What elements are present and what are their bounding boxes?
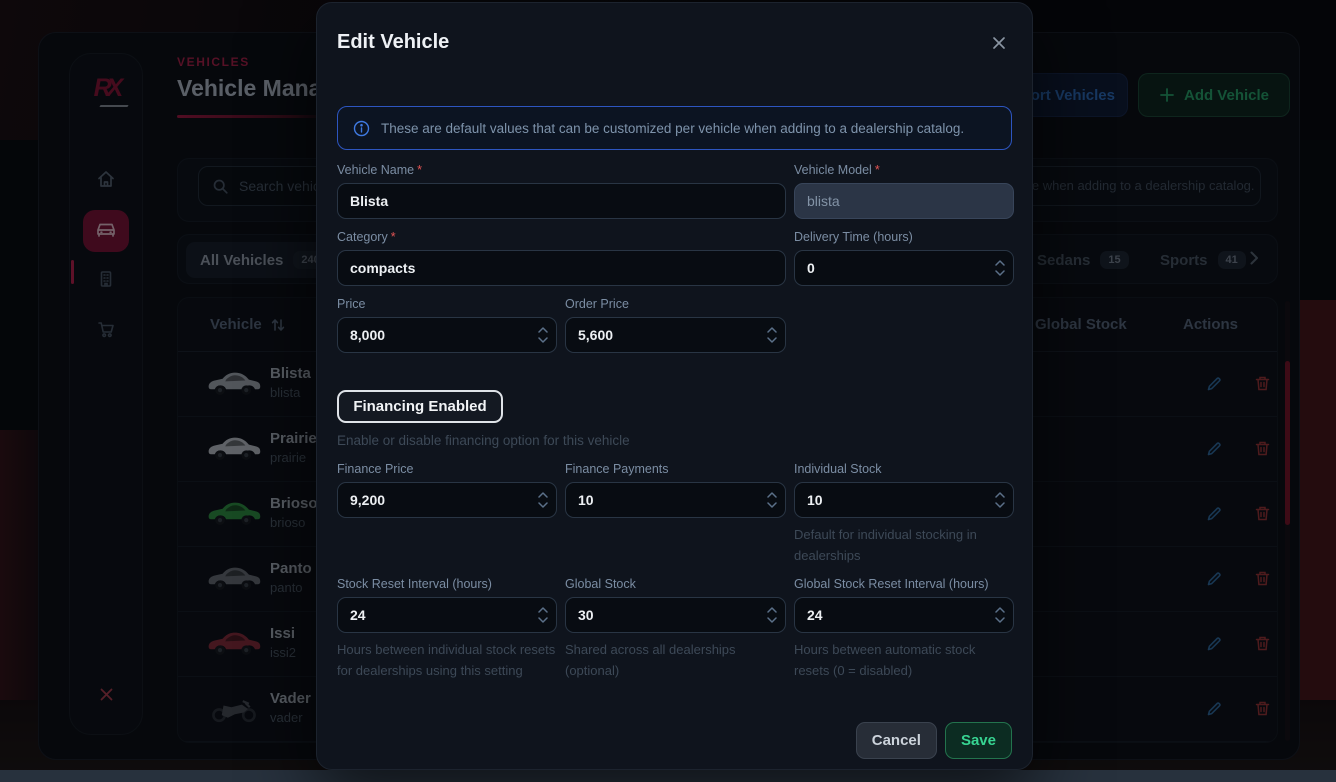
- field-order-price: Order Price: [565, 297, 786, 353]
- financing-toggle-button[interactable]: Financing Enabled: [337, 390, 503, 423]
- form-grid-top: Vehicle Name* Vehicle Model* Category* D…: [337, 163, 1012, 353]
- field-label: Price: [337, 297, 557, 311]
- number-stepper[interactable]: [538, 607, 548, 623]
- individual-stock-input[interactable]: [794, 482, 1014, 518]
- field-delivery-time: Delivery Time (hours): [794, 230, 1014, 286]
- field-helper-text: Hours between individual stock resets fo…: [337, 639, 557, 681]
- save-button[interactable]: Save: [945, 722, 1012, 759]
- number-stepper[interactable]: [538, 327, 548, 343]
- field-vehicle-model: Vehicle Model*: [794, 163, 1014, 219]
- screen: RX: [0, 0, 1336, 782]
- field-global-stock-reset-interval: Global Stock Reset Interval (hours) Hour…: [794, 577, 1014, 681]
- field-label: Global Stock Reset Interval (hours): [794, 577, 1014, 591]
- field-helper-text: Default for individual stocking in deale…: [794, 524, 1014, 566]
- finance-payments-input[interactable]: [565, 482, 786, 518]
- field-individual-stock: Individual Stock Default for individual …: [794, 462, 1014, 566]
- field-label: Vehicle Model: [794, 163, 872, 177]
- field-label: Vehicle Name: [337, 163, 414, 177]
- field-label: Global Stock: [565, 577, 786, 591]
- field-finance-payments: Finance Payments: [565, 462, 786, 566]
- info-icon: [353, 120, 370, 137]
- number-stepper[interactable]: [767, 327, 777, 343]
- delivery-time-input[interactable]: [794, 250, 1014, 286]
- field-label: Individual Stock: [794, 462, 1014, 476]
- info-banner-text: These are default values that can be cus…: [381, 121, 964, 136]
- required-asterisk: *: [875, 163, 880, 177]
- required-asterisk: *: [391, 230, 396, 244]
- number-stepper[interactable]: [767, 607, 777, 623]
- modal-footer: Cancel Save: [856, 722, 1012, 759]
- modal-title: Edit Vehicle: [337, 31, 1012, 54]
- stock-reset-interval-input[interactable]: [337, 597, 557, 633]
- price-input[interactable]: [337, 317, 557, 353]
- vehicle-model-input: [794, 183, 1014, 219]
- empty-cell: [794, 297, 1014, 353]
- field-price: Price: [337, 297, 557, 353]
- number-stepper[interactable]: [995, 492, 1005, 508]
- number-stepper[interactable]: [538, 492, 548, 508]
- field-helper-text: Shared across all dealerships (optional): [565, 639, 786, 681]
- finance-price-input[interactable]: [337, 482, 557, 518]
- global-stock-input[interactable]: [565, 597, 786, 633]
- order-price-input[interactable]: [565, 317, 786, 353]
- field-label: Delivery Time (hours): [794, 230, 1014, 244]
- field-global-stock: Global Stock Shared across all dealershi…: [565, 577, 786, 681]
- form-grid-bottom: Finance Price Finance Payments Individua…: [337, 462, 1012, 681]
- field-finance-price: Finance Price: [337, 462, 557, 566]
- number-stepper[interactable]: [995, 607, 1005, 623]
- category-input[interactable]: [337, 250, 786, 286]
- field-label: Category: [337, 230, 388, 244]
- number-stepper[interactable]: [995, 260, 1005, 276]
- edit-vehicle-modal: Edit Vehicle These are default values th…: [316, 2, 1033, 770]
- financing-helper-text: Enable or disable financing option for t…: [337, 433, 1012, 448]
- field-label: Stock Reset Interval (hours): [337, 577, 557, 591]
- field-category: Category*: [337, 230, 786, 286]
- global-stock-reset-interval-input[interactable]: [794, 597, 1014, 633]
- field-label: Finance Payments: [565, 462, 786, 476]
- field-label: Order Price: [565, 297, 786, 311]
- required-asterisk: *: [417, 163, 422, 177]
- close-icon: [990, 40, 1008, 55]
- vehicle-name-input[interactable]: [337, 183, 786, 219]
- cancel-button[interactable]: Cancel: [856, 722, 937, 759]
- field-label: Finance Price: [337, 462, 557, 476]
- modal-close-button[interactable]: [988, 33, 1010, 55]
- field-helper-text: Hours between automatic stock resets (0 …: [794, 639, 1014, 681]
- field-vehicle-name: Vehicle Name*: [337, 163, 786, 219]
- background-floor-strip: [0, 770, 1336, 782]
- info-banner: These are default values that can be cus…: [337, 106, 1012, 150]
- field-stock-reset-interval: Stock Reset Interval (hours) Hours betwe…: [337, 577, 557, 681]
- number-stepper[interactable]: [767, 492, 777, 508]
